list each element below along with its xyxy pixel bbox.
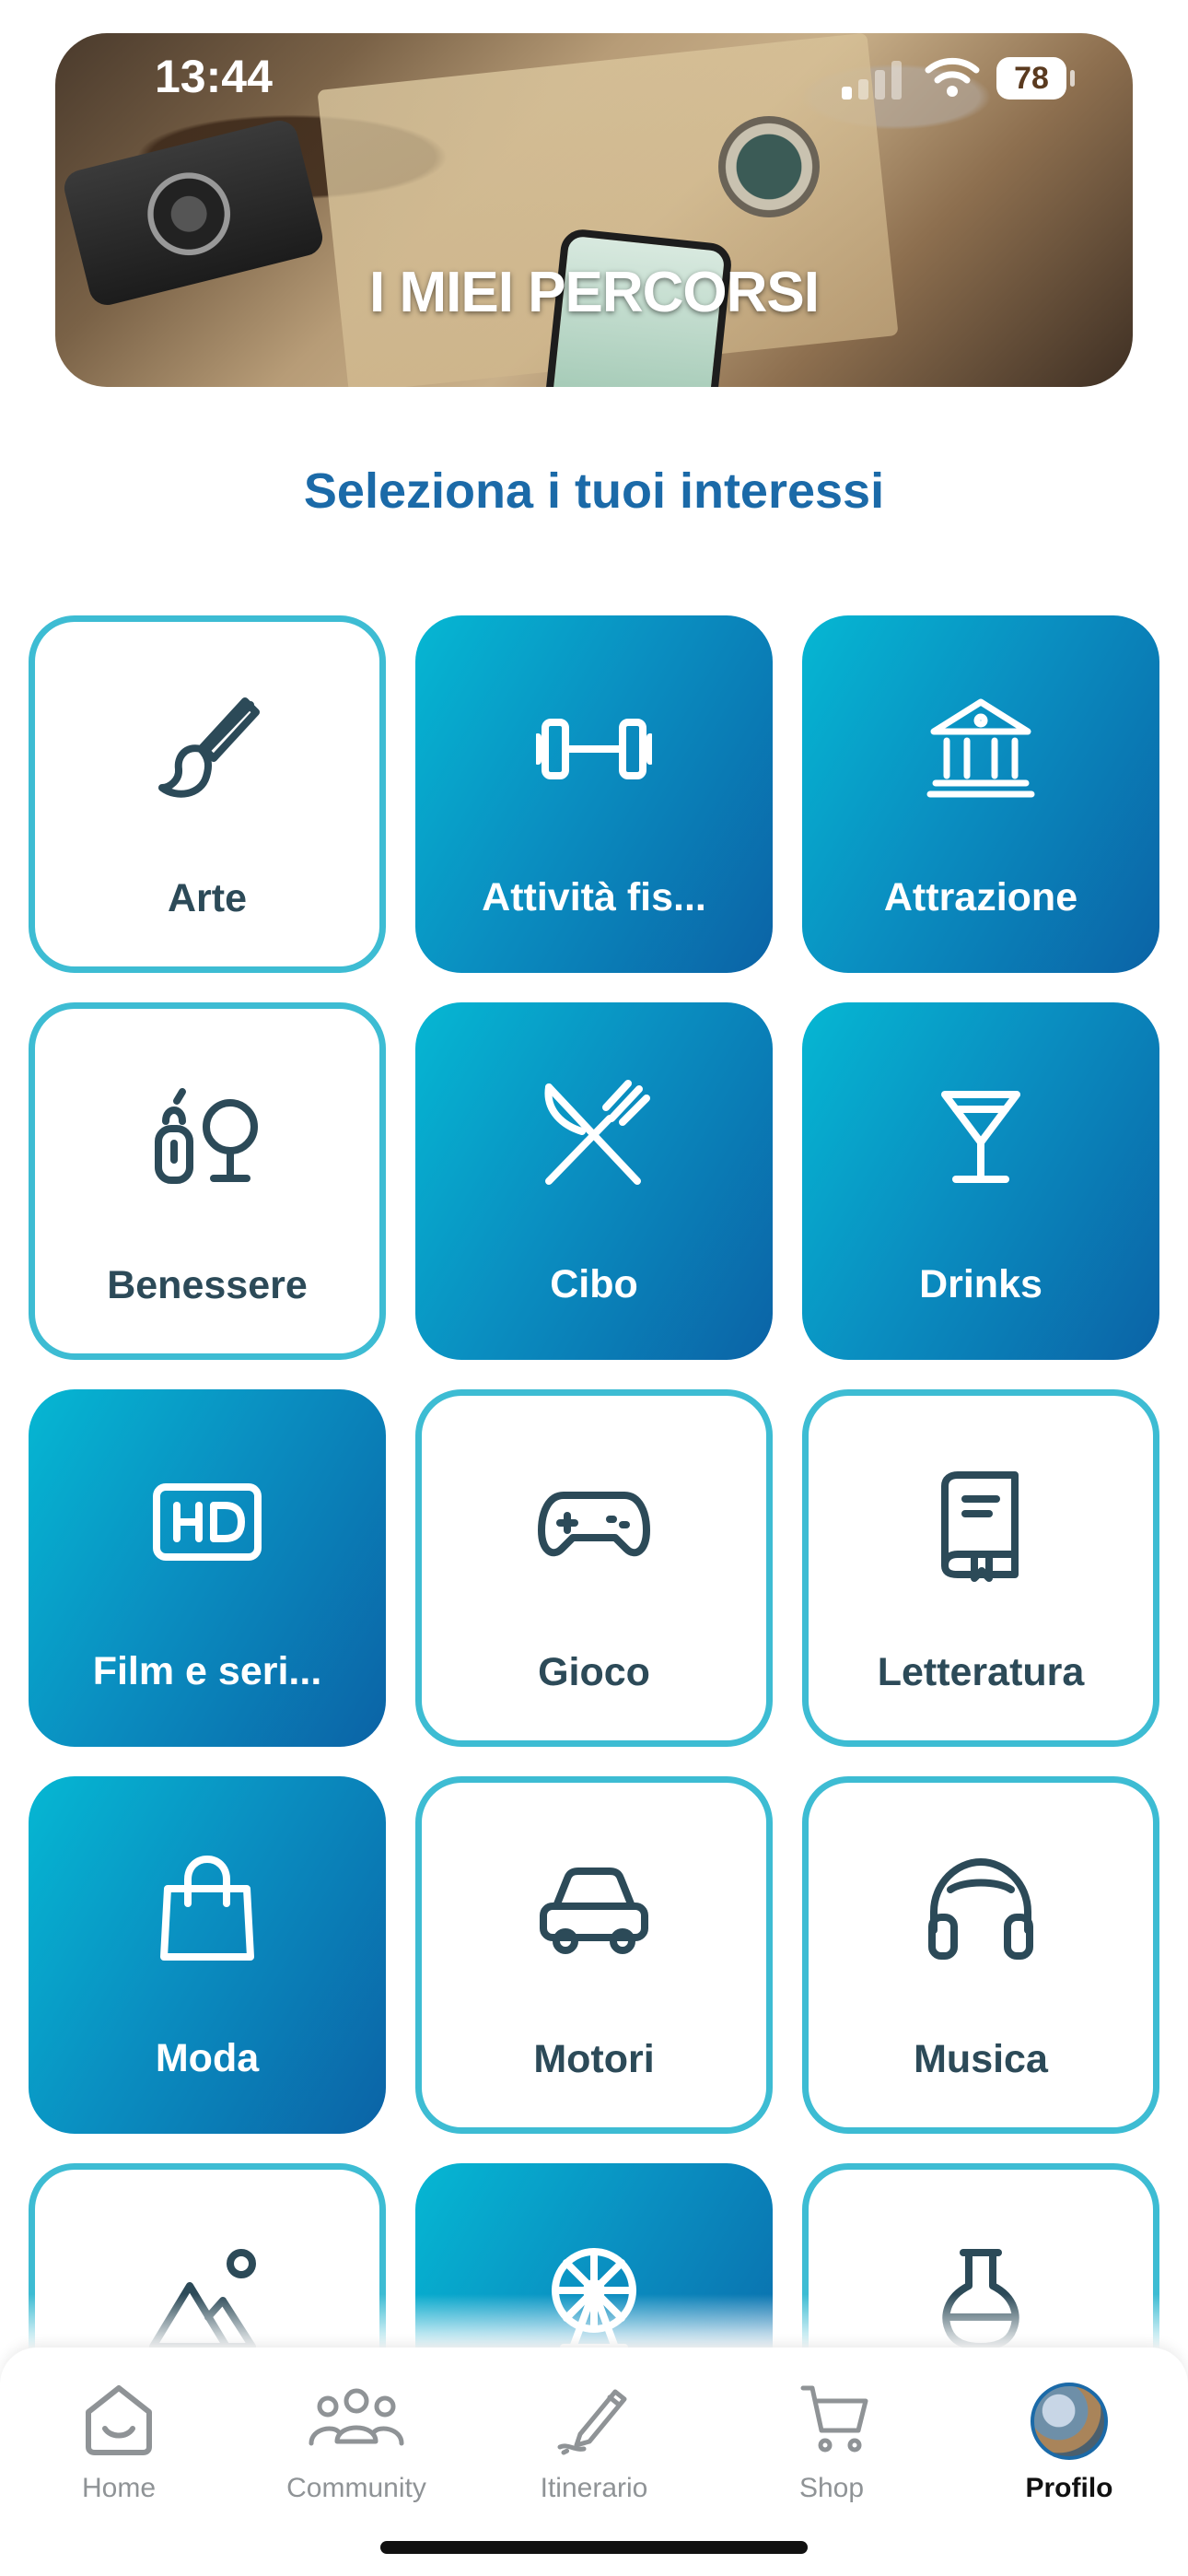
banner-compass-image xyxy=(718,116,820,217)
book-icon xyxy=(941,1471,1019,1582)
tab-community[interactable]: Community xyxy=(238,2364,475,2521)
pencil-icon xyxy=(557,2389,627,2455)
dumbbell-icon xyxy=(536,719,652,779)
battery-indicator: 78 xyxy=(996,57,1075,100)
interest-label: Attrazione xyxy=(883,875,1078,919)
signal-icon xyxy=(842,61,902,100)
tab-itinerario[interactable]: Itinerario xyxy=(475,2364,713,2521)
interest-tile-motori[interactable]: Motori xyxy=(415,1776,773,2134)
interest-tile-drinks[interactable]: Drinks xyxy=(802,1002,1159,1360)
interest-label: Arte xyxy=(167,876,248,920)
tab-label: Community xyxy=(286,2473,426,2503)
wifi-icon xyxy=(925,57,980,97)
interest-label: Cibo xyxy=(550,1262,638,1306)
tab-label: Shop xyxy=(798,2473,865,2503)
home-icon xyxy=(86,2385,152,2455)
museum-icon xyxy=(926,698,1035,798)
interest-tile-attivita-fisica[interactable]: Attività fis... xyxy=(415,615,773,973)
interest-label: Musica xyxy=(914,2037,1048,2081)
interest-tile-moda[interactable]: Moda xyxy=(29,1776,386,2134)
home-indicator[interactable] xyxy=(380,2541,808,2554)
interest-tile-arte[interactable]: Arte xyxy=(29,615,386,973)
status-time: 13:44 xyxy=(155,51,273,102)
tab-label: Profilo xyxy=(1025,2473,1113,2503)
interest-tile-film-serie[interactable]: Film e seri... xyxy=(29,1389,386,1747)
car-icon xyxy=(540,1868,648,1954)
shopping-bag-icon xyxy=(160,1856,254,1961)
scroll-fade xyxy=(0,2294,1188,2349)
interest-label: Drinks xyxy=(919,1262,1042,1306)
interest-label: Gioco xyxy=(538,1650,650,1694)
page-title: I MIEI PERCORSI xyxy=(369,261,820,324)
wellness-icon xyxy=(155,1088,258,1184)
interest-tile-cibo[interactable]: Cibo xyxy=(415,1002,773,1360)
fork-knife-icon xyxy=(544,1080,650,1185)
cart-icon xyxy=(800,2385,868,2453)
cocktail-icon xyxy=(941,1091,1020,1183)
tab-profilo[interactable]: Profilo xyxy=(950,2364,1188,2521)
interest-label: Moda xyxy=(155,2036,260,2080)
interest-label: Benessere xyxy=(107,1263,308,1307)
interest-tile-gioco[interactable]: Gioco xyxy=(415,1389,773,1747)
people-icon xyxy=(309,2388,404,2446)
gamepad-icon xyxy=(538,1492,650,1557)
interest-label: Motori xyxy=(533,2037,655,2081)
tab-label: Itinerario xyxy=(540,2473,648,2503)
avatar xyxy=(1031,2383,1108,2460)
hd-icon xyxy=(153,1483,262,1561)
interest-tile-musica[interactable]: Musica xyxy=(802,1776,1159,2134)
interest-tile-benessere[interactable]: Benessere xyxy=(29,1002,386,1360)
interest-tile-letteratura[interactable]: Letteratura xyxy=(802,1389,1159,1747)
interest-label: Film e seri... xyxy=(92,1649,322,1693)
tab-shop[interactable]: Shop xyxy=(713,2364,950,2521)
interest-label: Letteratura xyxy=(877,1650,1085,1694)
interest-label: Attività fis... xyxy=(482,875,706,919)
tab-label: Home xyxy=(81,2473,157,2503)
paintbrush-icon xyxy=(158,697,260,798)
headphones-icon xyxy=(928,1858,1033,1960)
interest-tile-attrazione[interactable]: Attrazione xyxy=(802,615,1159,973)
section-title: Seleziona i tuoi interessi xyxy=(303,463,885,519)
tab-home[interactable]: Home xyxy=(0,2364,238,2521)
